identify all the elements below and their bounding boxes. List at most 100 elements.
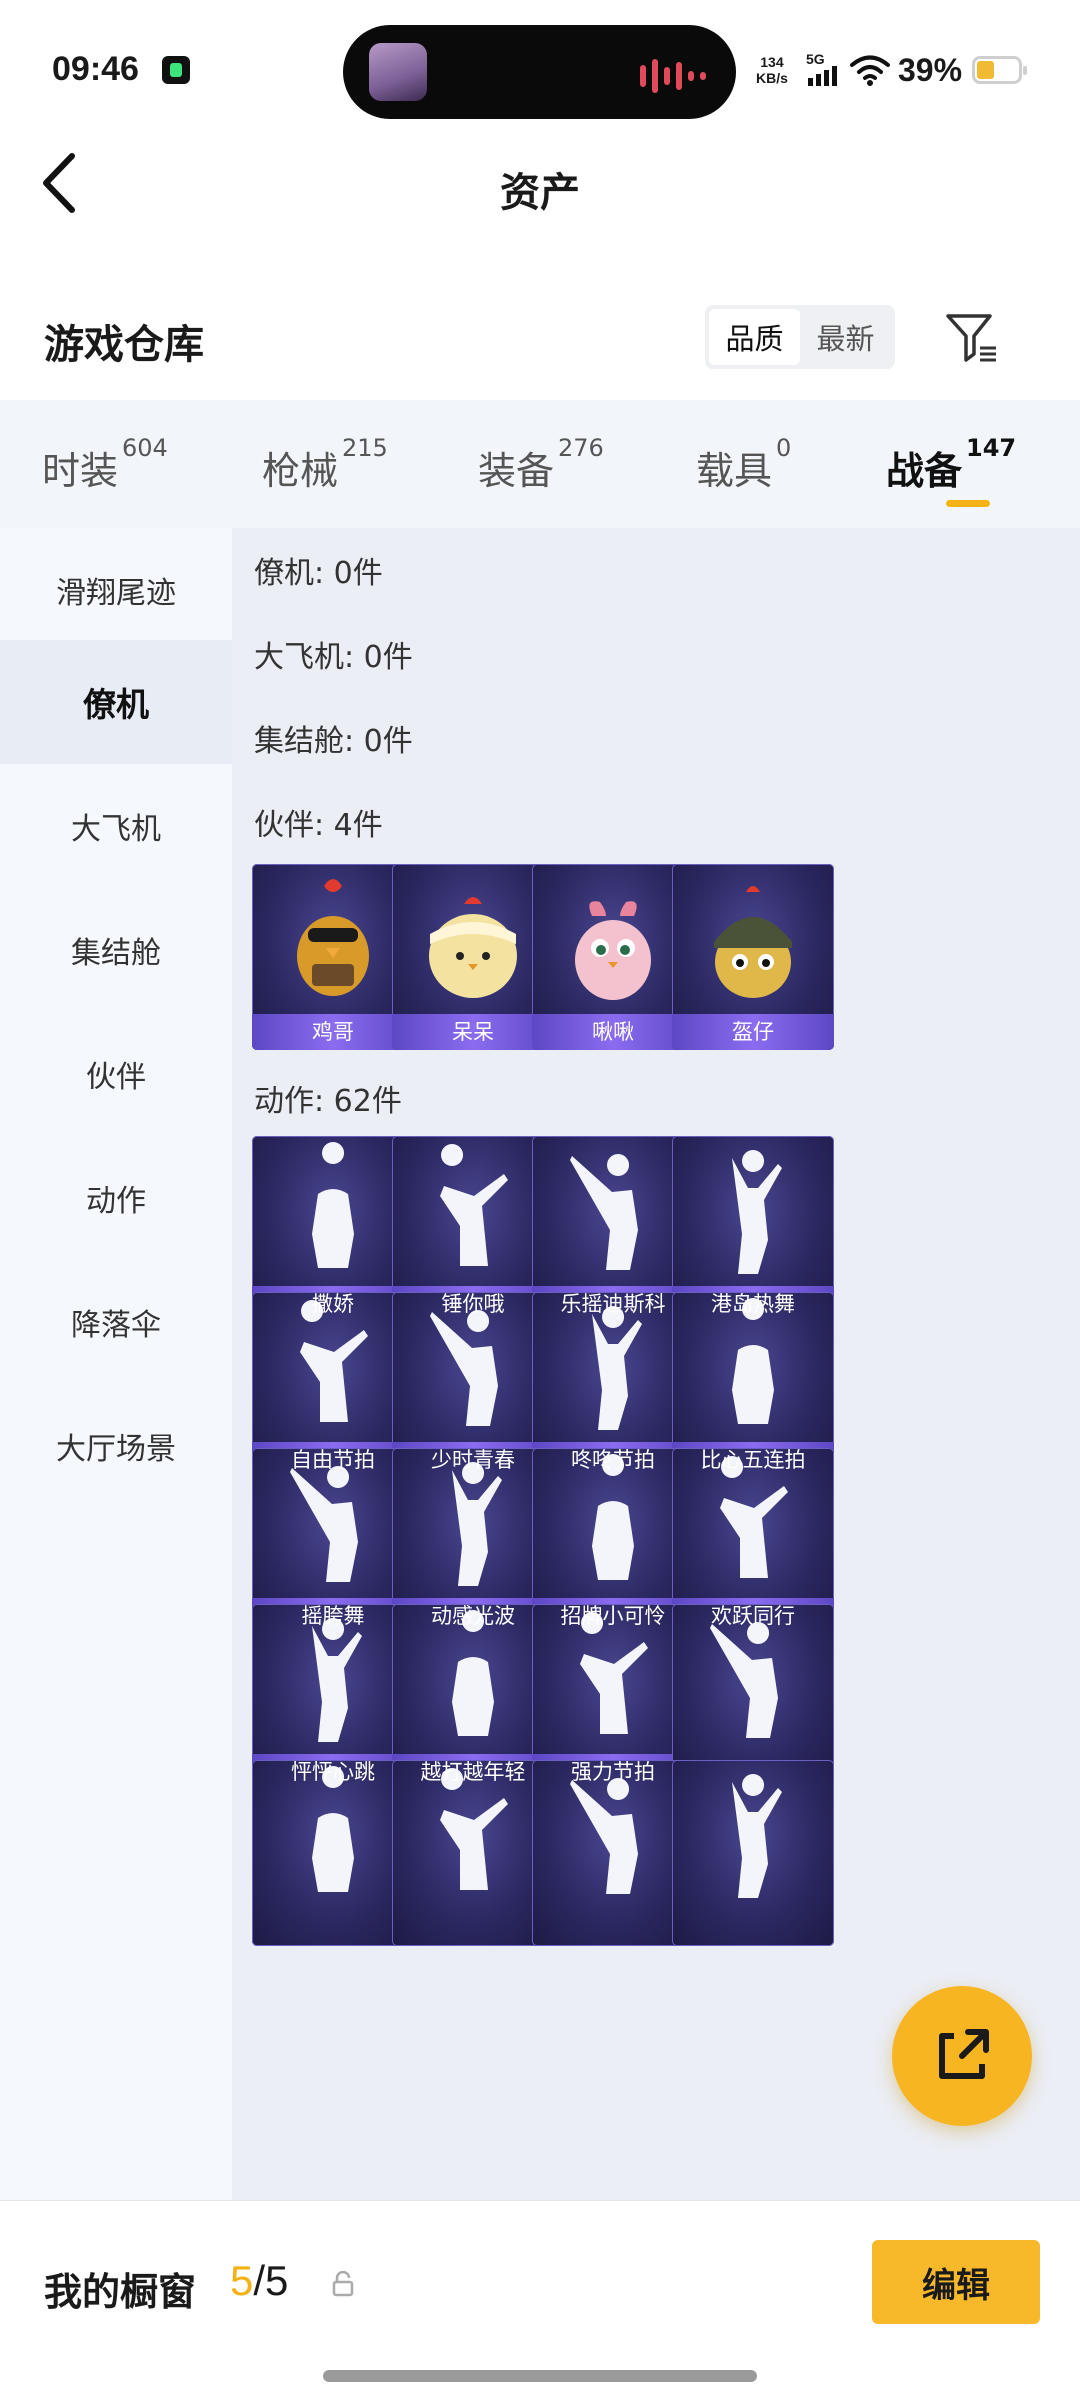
tab-count: 604	[122, 434, 168, 463]
item-name: 乐摇迪斯科	[560, 1292, 666, 1316]
sidebar-item-companion[interactable]: 伙伴	[0, 1012, 232, 1136]
item-name: 啾啾	[592, 1020, 634, 1044]
dynamic-island[interactable]	[343, 25, 736, 119]
media-thumbnail	[369, 43, 427, 101]
item-card[interactable]	[672, 1760, 834, 1946]
battery-percent: 39%	[898, 52, 963, 88]
sort-option-quality[interactable]: 品质	[709, 309, 800, 365]
item-card[interactable]: 盔仔	[672, 864, 834, 1050]
dance-pose-icon	[570, 1154, 638, 1270]
edit-button[interactable]: 编辑	[872, 2240, 1040, 2324]
dance-pose-icon	[440, 1144, 508, 1266]
item-name: 呆呆	[452, 1020, 494, 1044]
item-card[interactable]: 比心五连拍	[672, 1292, 834, 1478]
dance-pose-icon	[312, 1142, 354, 1268]
item-card[interactable]: 锤你哦	[392, 1136, 554, 1322]
pink-bird-companion-icon	[575, 901, 651, 1000]
item-name: 比心五连拍	[700, 1448, 806, 1472]
item-card[interactable]: 越打越年轻	[392, 1604, 554, 1790]
cellular-signal-icon: 5G	[806, 52, 840, 90]
sidebar-item-lobby-scene[interactable]: 大厅场景	[0, 1384, 232, 1508]
tab-combat-supplies[interactable]: 战备147	[886, 434, 1016, 495]
sort-toggle: 品质 最新	[705, 305, 895, 369]
tab-label: 时装	[42, 449, 119, 493]
showcase-total: 5	[265, 2257, 289, 2304]
category-heading: 伙伴: 4件	[254, 808, 383, 843]
tab-guns[interactable]: 枪械215	[262, 434, 388, 495]
item-name: 撒娇	[312, 1292, 354, 1316]
showcase-label: 我的橱窗	[44, 2270, 197, 2314]
section-title: 游戏仓库	[44, 322, 204, 368]
item-card[interactable]: 鸡哥	[252, 864, 414, 1050]
item-card[interactable]: 招牌小可怜	[532, 1448, 694, 1634]
category-heading: 集结舱: 0件	[254, 724, 413, 759]
music-app-icon	[162, 56, 190, 84]
item-card[interactable]	[532, 1760, 694, 1946]
item-card[interactable]: 乐摇迪斯科	[532, 1136, 694, 1322]
item-card[interactable]: 动感光波	[392, 1448, 554, 1634]
sidebar-item-parachute[interactable]: 降落伞	[0, 1260, 232, 1384]
showcase-current: 5	[230, 2257, 254, 2304]
tab-count: 0	[776, 434, 792, 463]
item-name: 咚咚节拍	[571, 1448, 655, 1472]
net-speed-value: 134	[760, 54, 784, 70]
item-card[interactable]: 呆呆	[392, 864, 554, 1050]
dance-pose-icon	[732, 1774, 782, 1898]
status-bar: 09:46 134 KB/s 5G 39%	[0, 0, 1080, 130]
tab-fashion[interactable]: 时装604	[42, 434, 168, 495]
sort-option-newest[interactable]: 最新	[800, 309, 891, 365]
item-name: 少时青春	[431, 1448, 515, 1472]
item-card[interactable]: 摇胯舞	[252, 1448, 414, 1634]
tab-count: 276	[558, 434, 604, 463]
share-fab[interactable]	[892, 1986, 1032, 2126]
tab-vehicles[interactable]: 载具0	[696, 434, 791, 495]
item-card[interactable]: 欢跃同行	[672, 1448, 834, 1634]
tab-count: 147	[966, 434, 1017, 463]
sidebar-item-plane[interactable]: 大飞机	[0, 764, 232, 888]
sidebar-item-glide-trail[interactable]: 滑翔尾迹	[0, 528, 232, 652]
item-name: 港岛热舞	[711, 1292, 795, 1316]
home-indicator[interactable]	[323, 2370, 757, 2382]
item-card[interactable]: 自由节拍	[252, 1292, 414, 1478]
sidebar-item-wingman[interactable]: 僚机	[0, 640, 232, 764]
showcase-count: 5/5	[230, 2257, 288, 2305]
item-card[interactable]: 怦怦心跳	[252, 1604, 414, 1790]
item-card[interactable]: 咚咚节拍	[532, 1292, 694, 1478]
dance-pose-icon	[732, 1150, 782, 1274]
item-name: 盔仔	[732, 1020, 774, 1044]
item-card[interactable]: 撒娇	[252, 1136, 414, 1322]
sidebar-item-capsule[interactable]: 集结舱	[0, 888, 232, 1012]
tab-count: 215	[342, 434, 388, 463]
item-card[interactable]: 港岛热舞	[672, 1136, 834, 1322]
category-heading: 僚机: 0件	[254, 556, 383, 591]
external-link-icon	[939, 2029, 989, 2079]
tab-label: 枪械	[262, 449, 339, 493]
item-card[interactable]: 少时青春	[392, 1292, 554, 1478]
item-name: 摇胯舞	[301, 1604, 365, 1628]
item-name: 招牌小可怜	[560, 1604, 666, 1628]
wifi-icon	[850, 55, 890, 86]
battery-icon	[972, 56, 1027, 84]
showcase-separator: /	[253, 2257, 266, 2304]
item-grid-area: 僚机: 0件 大飞机: 0件 集结舱: 0件 伙伴: 4件 鸡哥 呆呆 啾啾 盔…	[232, 528, 1080, 2200]
item-name: 自由节拍	[291, 1448, 375, 1472]
tab-equipment[interactable]: 装备276	[478, 434, 604, 495]
sidebar-item-emote[interactable]: 动作	[0, 1136, 232, 1260]
lock-icon	[332, 2271, 354, 2297]
item-name: 锤你哦	[441, 1292, 505, 1316]
filter-icon[interactable]	[944, 310, 1000, 366]
item-name: 怦怦心跳	[291, 1760, 375, 1784]
item-name: 欢跃同行	[711, 1604, 795, 1628]
sidebar: 滑翔尾迹 僚机 大飞机 集结舱 伙伴 动作 降落伞 大厅场景	[0, 528, 232, 2200]
category-tabs: 时装604 枪械215 装备276 载具0 战备147	[0, 400, 1080, 528]
item-name: 动感光波	[431, 1604, 515, 1628]
tab-label: 载具	[696, 449, 773, 493]
audio-wave-icon	[640, 59, 706, 93]
item-name: 越打越年轻	[420, 1760, 526, 1784]
item-card[interactable]: 啾啾	[532, 864, 694, 1050]
item-card[interactable]	[392, 1760, 554, 1946]
active-tab-indicator	[946, 500, 990, 507]
item-card[interactable]: 强力节拍	[532, 1604, 694, 1790]
item-name: 强力节拍	[571, 1760, 655, 1784]
item-card[interactable]	[252, 1760, 414, 1946]
